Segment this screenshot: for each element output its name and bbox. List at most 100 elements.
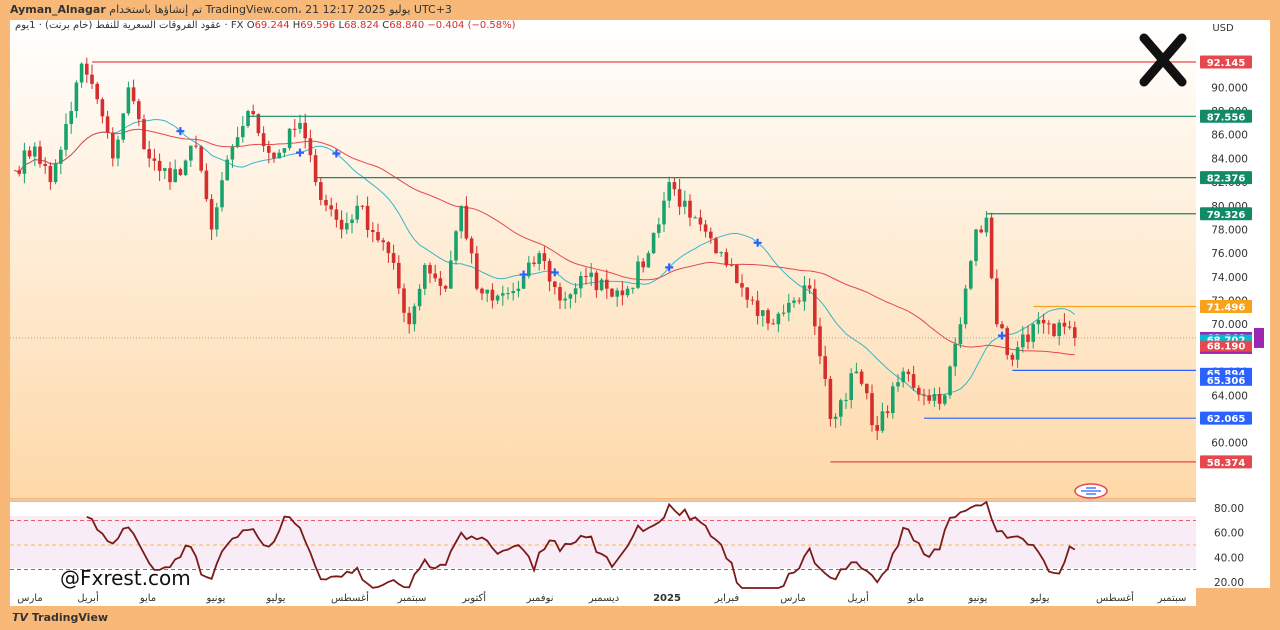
candle-body xyxy=(516,288,521,291)
candle-body xyxy=(417,288,422,307)
candle-body xyxy=(631,287,635,289)
candle-body xyxy=(771,323,775,325)
candle-body xyxy=(183,160,188,176)
candle-body xyxy=(823,356,827,379)
candle-body xyxy=(209,199,214,230)
candle-body xyxy=(490,289,495,301)
candle-body xyxy=(386,242,391,254)
time-tick: أكتوبر xyxy=(461,591,486,604)
candle-body xyxy=(464,205,469,239)
candle-body xyxy=(761,310,765,316)
candle-body xyxy=(802,285,807,302)
candle-body xyxy=(339,219,344,230)
candle-body xyxy=(979,229,983,233)
candle-body xyxy=(750,299,755,301)
candle-body xyxy=(1031,324,1035,342)
candle-body xyxy=(178,169,183,176)
level-badge-label: 79.326 xyxy=(1207,210,1246,221)
candle-body xyxy=(839,400,843,417)
candle-body xyxy=(438,278,443,286)
candle-body xyxy=(844,399,848,401)
time-tick: سبتمبر xyxy=(397,593,427,604)
candle-body xyxy=(397,262,401,289)
candle-body xyxy=(891,386,895,414)
candle-body xyxy=(636,261,640,288)
candle-body xyxy=(1026,334,1030,342)
candle-body xyxy=(121,113,125,140)
candle-body xyxy=(922,394,926,396)
candle-body xyxy=(833,416,838,419)
candle-body xyxy=(667,182,671,201)
candle-body xyxy=(1041,319,1046,324)
candle-body xyxy=(277,152,281,159)
candle-body xyxy=(755,300,760,316)
candle-body xyxy=(906,371,911,375)
time-tick: أغسطس xyxy=(1096,591,1134,604)
candle-body xyxy=(105,116,110,133)
time-tick: مارس xyxy=(17,593,42,604)
alert-icon[interactable] xyxy=(1074,483,1108,499)
rsi-tick: 80.00 xyxy=(1214,503,1244,515)
candle-body xyxy=(573,288,578,295)
candle-body xyxy=(506,293,510,295)
candle-body xyxy=(781,312,786,314)
time-tick: فبراير xyxy=(714,593,740,604)
candle-body xyxy=(163,168,167,171)
candle-body xyxy=(126,87,131,114)
candle-body xyxy=(111,132,115,159)
symbol-name: عقود الفروقات السعرية للنفط (خام برنت) ·… xyxy=(15,20,244,31)
price-tick: 86.000 xyxy=(1211,130,1248,142)
candle-body xyxy=(672,182,677,190)
price-tick: 74.000 xyxy=(1211,272,1248,284)
time-tick: 2025 xyxy=(653,593,681,604)
candle-body xyxy=(542,253,547,262)
candle-body xyxy=(152,158,157,161)
candle-body xyxy=(563,298,567,301)
candle-body xyxy=(995,278,999,325)
candle-body xyxy=(64,124,68,150)
currency-label[interactable]: USD xyxy=(1200,20,1246,38)
candle-body xyxy=(911,374,916,388)
candle-body xyxy=(688,200,692,218)
rsi-tick: 20.00 xyxy=(1214,577,1244,589)
rsi-tick: 40.00 xyxy=(1214,552,1244,564)
candle-body xyxy=(745,287,749,300)
brand-logo xyxy=(1139,33,1187,87)
level-badge-label: 82.376 xyxy=(1207,174,1246,185)
candle-body xyxy=(932,394,937,401)
candle-body xyxy=(553,281,557,288)
candle-body xyxy=(683,200,687,207)
open-value: 69.244 xyxy=(254,20,290,31)
tradingview-logo: 𝙏𝙑 TradingView xyxy=(12,611,109,624)
time-tick: أبريل xyxy=(77,591,99,604)
candle-body xyxy=(475,253,479,289)
candle-body xyxy=(969,261,973,289)
candle-body xyxy=(371,230,375,233)
candle-body xyxy=(235,137,240,147)
candle-body xyxy=(511,290,515,294)
candle-body xyxy=(854,371,859,374)
candle-body xyxy=(350,219,354,224)
time-tick: مايو xyxy=(907,593,924,604)
price-badge-label: 68.190 xyxy=(1207,342,1246,353)
candle-body xyxy=(677,189,682,207)
candle-body xyxy=(948,366,952,396)
candle-body xyxy=(79,63,84,83)
candle-body xyxy=(693,217,697,219)
rsi-band xyxy=(10,516,1196,568)
level-badge-label: 87.556 xyxy=(1207,112,1246,123)
candle-body xyxy=(594,272,599,291)
candle-body xyxy=(859,371,864,384)
candle-body xyxy=(355,205,359,220)
candle-body xyxy=(532,262,536,264)
level-badge-label: 71.496 xyxy=(1207,302,1246,313)
price-tick: 60.000 xyxy=(1211,438,1248,450)
high-value: 69.596 xyxy=(300,20,336,31)
time-tick: أبريل xyxy=(847,591,869,604)
candle-body xyxy=(865,383,869,394)
candle-body xyxy=(459,205,463,232)
candle-body xyxy=(246,111,250,127)
time-tick: مارس xyxy=(780,593,805,604)
candle-body xyxy=(875,425,879,431)
candle-body xyxy=(818,326,822,357)
